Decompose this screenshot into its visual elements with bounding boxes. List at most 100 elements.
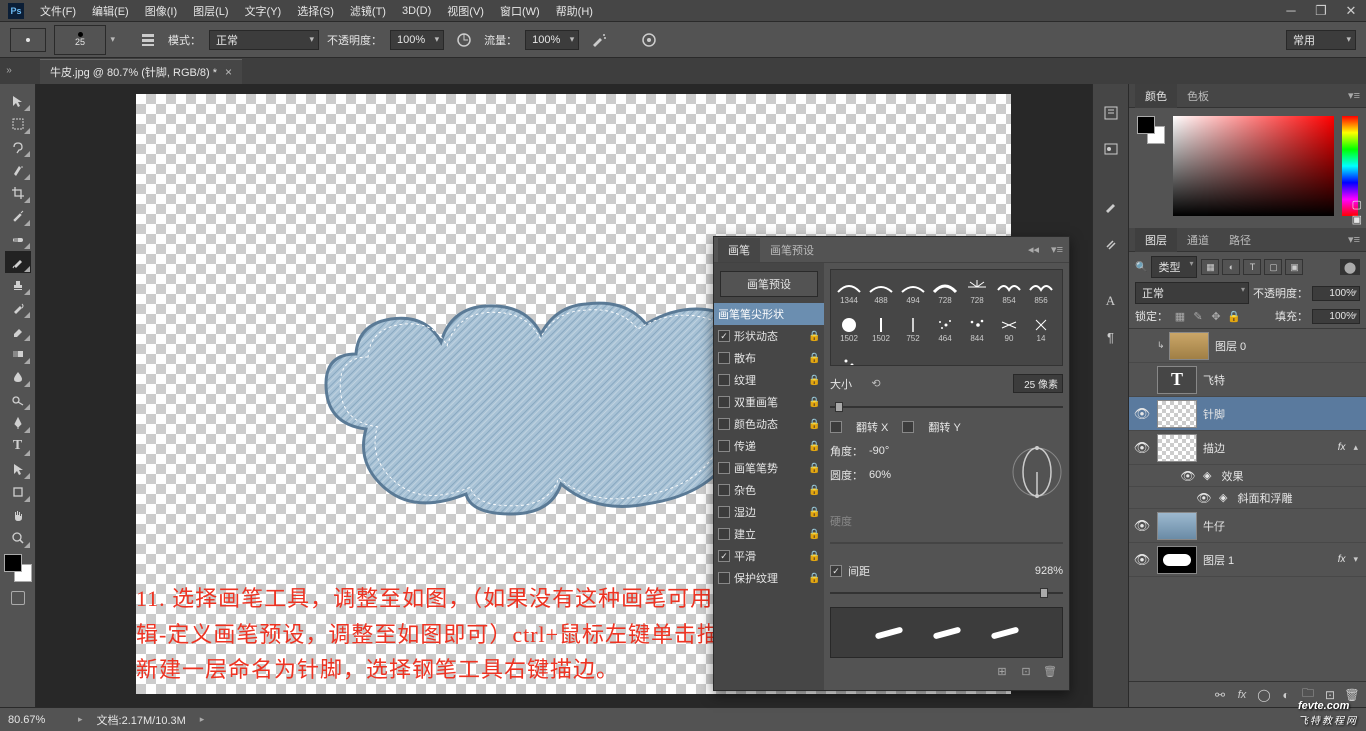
- healing-tool[interactable]: [5, 228, 31, 250]
- brush-pose[interactable]: 画笔笔势🔒: [714, 457, 824, 479]
- filter-shape-icon[interactable]: ▢: [1264, 259, 1282, 275]
- layer-effects-row[interactable]: 👁 ◈ 效果: [1129, 465, 1366, 487]
- layer-fx-badge[interactable]: fx: [1338, 442, 1348, 453]
- layer-name[interactable]: 飞特: [1203, 372, 1362, 388]
- color-field[interactable]: [1173, 116, 1334, 216]
- brush-size-reset-icon[interactable]: ⟲: [868, 377, 884, 390]
- gradient-tool[interactable]: [5, 343, 31, 365]
- filter-type-icon[interactable]: T: [1243, 259, 1261, 275]
- menu-filter[interactable]: 滤镜(T): [342, 0, 394, 22]
- layer-thumbnail[interactable]: [1157, 400, 1197, 428]
- brush-spacing-checkbox[interactable]: [830, 565, 842, 577]
- menu-type[interactable]: 文字(Y): [237, 0, 290, 22]
- layer-thumbnail[interactable]: [1169, 332, 1209, 360]
- layer-effect-item[interactable]: 👁 ◈ 斜面和浮雕: [1129, 487, 1366, 509]
- hand-tool[interactable]: [5, 504, 31, 526]
- menu-image[interactable]: 图像(I): [137, 0, 185, 22]
- quick-mask-toggle[interactable]: [7, 587, 29, 609]
- channels-panel-tab[interactable]: 通道: [1177, 228, 1219, 252]
- layer-row[interactable]: 👁 图层 1 fx ▾: [1129, 543, 1366, 577]
- layers-panel-tab[interactable]: 图层: [1135, 228, 1177, 252]
- layer-row[interactable]: T 飞特: [1129, 363, 1366, 397]
- opacity-pressure-icon[interactable]: [452, 28, 476, 52]
- brush-texture[interactable]: 纹理🔒: [714, 369, 824, 391]
- brush-panel-toggle-icon[interactable]: [136, 28, 160, 52]
- window-minimize[interactable]: ─: [1276, 2, 1306, 20]
- brush-buildup[interactable]: 建立🔒: [714, 523, 824, 545]
- layer-fx-badge[interactable]: fx: [1338, 554, 1348, 565]
- paths-panel-tab[interactable]: 路径: [1219, 228, 1261, 252]
- pen-tool[interactable]: [5, 412, 31, 434]
- lock-position-icon[interactable]: ✎: [1190, 308, 1206, 324]
- layer-visibility-icon[interactable]: 👁: [1133, 552, 1151, 568]
- zoom-tool[interactable]: [5, 527, 31, 549]
- brush-color-dynamics[interactable]: 颜色动态🔒: [714, 413, 824, 435]
- brush-size-value[interactable]: 25 像素: [1013, 374, 1063, 393]
- layer-name[interactable]: 针脚: [1203, 406, 1362, 422]
- brush-panel-collapse-icon[interactable]: ◂◂: [1022, 241, 1045, 258]
- lock-pixels-icon[interactable]: ▦: [1172, 308, 1188, 324]
- zoom-level[interactable]: 80.67%: [8, 714, 64, 726]
- properties-panel-icon[interactable]: [1100, 138, 1122, 160]
- path-select-tool[interactable]: [5, 458, 31, 480]
- color-swatches[interactable]: [4, 554, 32, 582]
- tool-indicator[interactable]: [10, 28, 46, 52]
- filter-pixel-icon[interactable]: ▦: [1201, 259, 1219, 275]
- menu-3d[interactable]: 3D(D): [394, 2, 439, 20]
- color-panel-swatches[interactable]: [1137, 116, 1165, 144]
- paragraph-panel-icon[interactable]: ¶: [1100, 326, 1122, 348]
- layer-thumbnail[interactable]: [1157, 546, 1197, 574]
- layer-name[interactable]: 牛仔: [1203, 518, 1362, 534]
- brush-toggle-preview-icon[interactable]: ⊞: [993, 662, 1011, 680]
- filter-adjust-icon[interactable]: ◐: [1222, 259, 1240, 275]
- layer-thumbnail[interactable]: [1157, 434, 1197, 462]
- airbrush-icon[interactable]: [587, 28, 611, 52]
- window-close[interactable]: ✕: [1336, 2, 1366, 20]
- layer-row[interactable]: 👁 针脚: [1129, 397, 1366, 431]
- filter-toggle-switch[interactable]: ⬤: [1340, 259, 1360, 275]
- blend-mode-dropdown[interactable]: 正常: [209, 30, 319, 50]
- brush-new-preset-icon[interactable]: ⊡: [1017, 662, 1035, 680]
- brush-panel-tab-brush[interactable]: 画笔: [718, 238, 760, 262]
- brush-wetedges[interactable]: 湿边🔒: [714, 501, 824, 523]
- brush-transfer[interactable]: 传递🔒: [714, 435, 824, 457]
- effect-visibility-icon[interactable]: 👁: [1179, 469, 1197, 483]
- layer-thumbnail[interactable]: [1157, 512, 1197, 540]
- layer-name[interactable]: 描边: [1203, 440, 1332, 456]
- layer-opacity-value[interactable]: 100%: [1312, 286, 1360, 301]
- history-brush-tool[interactable]: [5, 297, 31, 319]
- layer-fill-value[interactable]: 100%: [1312, 309, 1360, 324]
- document-tab-close[interactable]: ×: [225, 65, 232, 79]
- stamp-tool[interactable]: [5, 274, 31, 296]
- brush-angle-value[interactable]: -90°: [869, 445, 919, 457]
- brush-tool[interactable]: [5, 251, 31, 273]
- brush-scattering[interactable]: 散布🔒: [714, 347, 824, 369]
- menu-select[interactable]: 选择(S): [289, 0, 342, 22]
- character-panel-icon[interactable]: A: [1100, 290, 1122, 312]
- layer-mask-icon[interactable]: ◯: [1254, 685, 1274, 705]
- effect-visibility-icon[interactable]: 👁: [1195, 491, 1213, 505]
- move-tool[interactable]: [5, 90, 31, 112]
- shape-tool[interactable]: [5, 481, 31, 503]
- quick-select-tool[interactable]: [5, 159, 31, 181]
- brush-preset-button[interactable]: 画笔预设: [720, 271, 818, 297]
- layer-filter-dropdown[interactable]: 类型: [1151, 256, 1197, 278]
- tab-expand-icon[interactable]: »: [2, 60, 16, 80]
- layer-row[interactable]: 👁 描边 fx ▴: [1129, 431, 1366, 465]
- layer-thumbnail[interactable]: T: [1157, 366, 1197, 394]
- menu-window[interactable]: 窗口(W): [492, 0, 548, 22]
- brush-smoothing[interactable]: 平滑🔒: [714, 545, 824, 567]
- crop-tool[interactable]: [5, 182, 31, 204]
- eraser-tool[interactable]: [5, 320, 31, 342]
- menu-layer[interactable]: 图层(L): [185, 0, 236, 22]
- color-panel-menu-icon[interactable]: ▾≡: [1342, 89, 1366, 102]
- doc-info[interactable]: 文档:2.17M/10.3M: [97, 712, 186, 728]
- layer-name[interactable]: 图层 0: [1215, 338, 1362, 354]
- menu-file[interactable]: 文件(F): [32, 0, 84, 22]
- menu-help[interactable]: 帮助(H): [548, 0, 601, 22]
- layer-visibility-icon[interactable]: 👁: [1133, 518, 1151, 534]
- foreground-color[interactable]: [4, 554, 22, 572]
- layer-row[interactable]: 👁 牛仔: [1129, 509, 1366, 543]
- layer-fx-icon[interactable]: fx: [1232, 685, 1252, 705]
- layer-fx-toggle-icon[interactable]: ▴: [1353, 442, 1362, 453]
